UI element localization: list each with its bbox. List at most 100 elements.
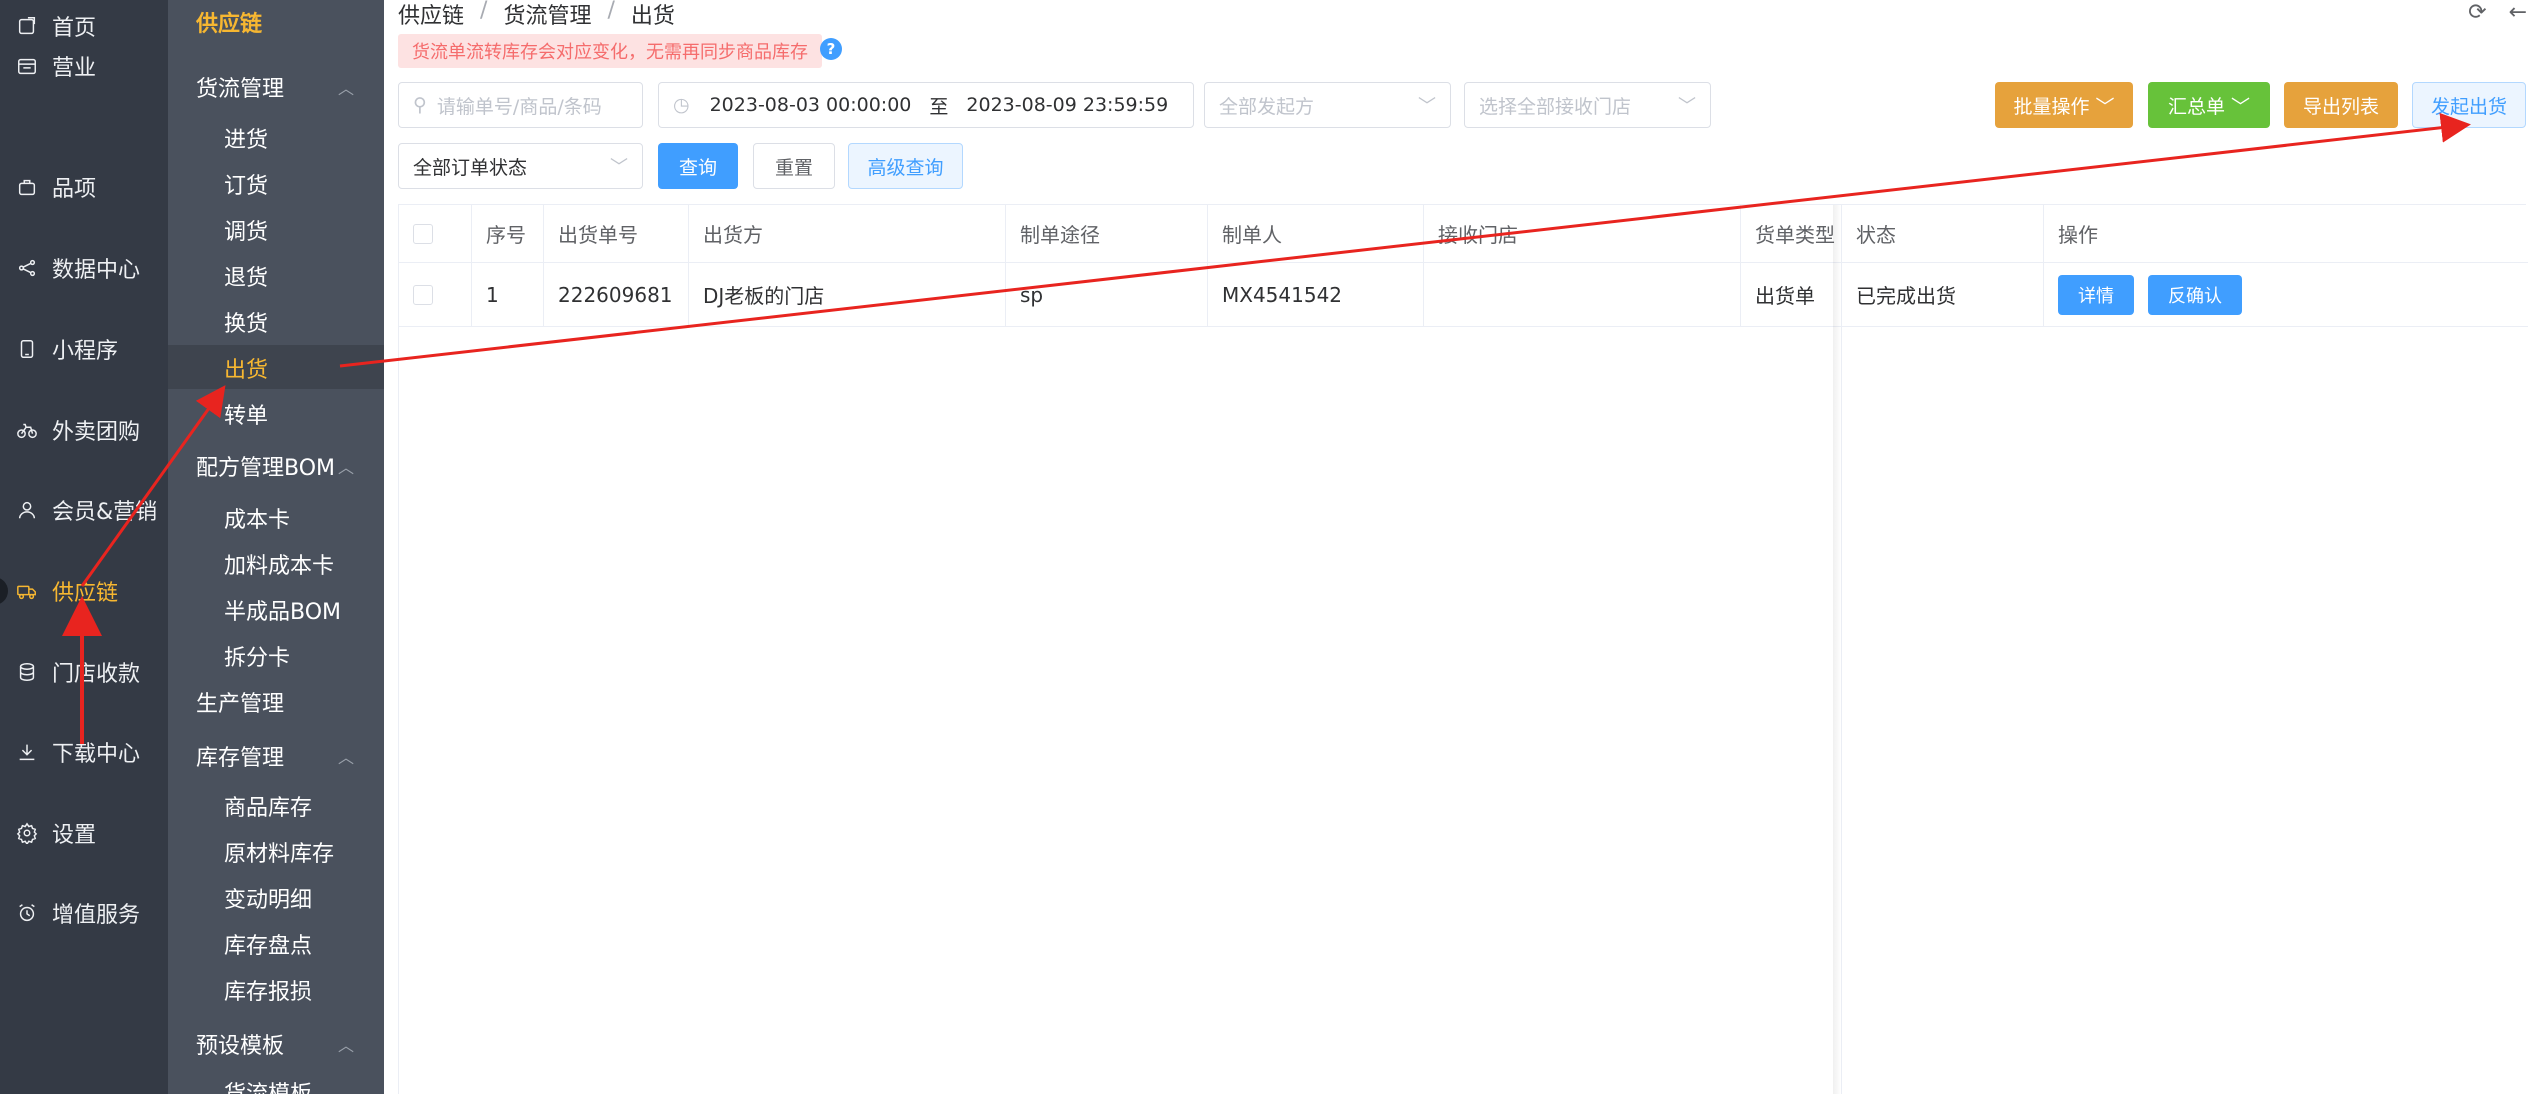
chevron-up-icon: ︿ [337,1036,354,1055]
nav-item-label: 供应链 [52,581,119,606]
header-index: 序号 [472,205,544,263]
group-cargo-flow[interactable]: 货流管理 ︿ [196,71,376,103]
cell-order-no: 222609681 [544,263,689,327]
nav-item-business[interactable]: 营业 [0,44,168,88]
receiver-placeholder: 选择全部接收门店 [1479,95,1632,118]
clock-icon: ◷ [673,94,690,116]
nav-item-delivery[interactable]: 外卖团购 [0,408,168,452]
chevron-down-icon: ﹀ [2095,95,2115,118]
nav-item-data-center[interactable]: 数据中心 [0,246,168,290]
subnav-item-order[interactable]: 订货 [224,168,268,200]
subnav-item-cargo-template[interactable]: 货流模板 [224,1076,312,1094]
button-label: 批量操作 [2013,95,2090,118]
nav-item-label: 品项 [52,177,97,202]
cell-index: 1 [472,263,544,327]
subnav-item-shipment[interactable]: 出货 [224,352,268,384]
header-actions: 操作 [2044,205,2528,263]
refresh-icon[interactable]: ⟳ [2468,0,2486,25]
reset-button[interactable]: 重置 [753,143,835,189]
detail-button[interactable]: 详情 [2058,274,2134,315]
breadcrumb: 供应链 / 货流管理 / 出货 [398,0,675,30]
subnav-item-loss-report[interactable]: 库存报损 [224,974,312,1006]
breadcrumb-separator: / [480,0,488,23]
search-input[interactable]: ⚲ 请输单号/商品/条码 [398,82,643,128]
nav-item-label: 设置 [52,823,97,848]
back-arrow-icon[interactable]: ← [2509,0,2527,25]
nav-item-home[interactable]: 首页 [0,4,168,48]
row-select[interactable] [399,263,472,327]
subnav-item-reassign[interactable]: 转单 [224,398,268,430]
nav-item-value-added[interactable]: 增值服务 [0,891,168,935]
header-sender: 出货方 [689,205,1006,263]
subnav-item-addon-cost-card[interactable]: 加料成本卡 [224,548,334,580]
fixed-column-shadow [1833,205,1841,1094]
date-end: 2023-08-09 23:59:59 [966,94,1169,116]
breadcrumb-item[interactable]: 供应链 [398,0,464,30]
batch-operation-button[interactable]: 批量操作 ﹀ [1995,82,2133,128]
nav-item-download[interactable]: 下载中心 [0,730,168,774]
download-icon [14,739,40,765]
bag-icon [14,174,40,200]
export-list-button[interactable]: 导出列表 [2284,82,2398,128]
top-toolbar: ⟳ ← [2468,0,2527,25]
subnav-item-product-stock[interactable]: 商品库存 [224,790,312,822]
group-label: 库存管理 [196,746,285,771]
group-bom[interactable]: 配方管理BOM ︿ [196,450,376,482]
subnav-item-semi-bom[interactable]: 半成品BOM [224,594,341,626]
header-select-all[interactable] [399,205,472,263]
subnav-item-transfer[interactable]: 调货 [224,214,268,246]
receiver-select[interactable]: 选择全部接收门店 ﹀ [1464,82,1711,128]
subnav-item-material-stock[interactable]: 原材料库存 [224,836,334,868]
subnav-item-stocktake[interactable]: 库存盘点 [224,928,312,960]
nav-item-miniapp[interactable]: 小程序 [0,327,168,371]
button-label: 汇总单 [2167,95,2225,118]
header-creator: 制单人 [1208,205,1424,263]
advanced-query-button[interactable]: 高级查询 [848,143,963,189]
subnav-item-exchange[interactable]: 换货 [224,306,268,338]
shipment-table: 序号 出货单号 出货方 制单途径 制单人 接收门店 货单类型 1 2226096… [398,204,2528,1094]
breadcrumb-item[interactable]: 货流管理 [503,0,591,30]
subnav-item-return[interactable]: 退货 [224,260,268,292]
chevron-up-icon: ︿ [337,79,354,98]
primary-nav: 首页 营业 品项 数据中心 小程序 外卖团购 会员&营销 供应链 门店收款 下载… [0,0,168,1094]
info-tip: 货流单流转库存会对应变化，无需再同步商品库存 [398,34,822,68]
nav-item-label: 增值服务 [52,903,141,928]
date-start: 2023-08-03 00:00:00 [709,94,912,116]
cell-status: 已完成出货 [1842,263,2044,327]
group-production[interactable]: 生产管理 [196,686,376,718]
subnav-active-highlight [168,345,384,389]
subnav-title: 供应链 [196,12,263,37]
share-icon [14,255,40,281]
order-status-value: 全部订单状态 [413,156,528,179]
nav-item-label: 外卖团购 [52,420,141,445]
checkbox[interactable] [413,223,433,244]
nav-item-label: 小程序 [52,339,119,364]
nav-item-label: 下载中心 [52,742,141,767]
phone-icon [14,336,40,362]
group-inventory[interactable]: 库存管理 ︿ [196,740,376,772]
chevron-up-icon: ︿ [337,748,354,767]
group-templates[interactable]: 预设模板 ︿ [196,1028,376,1060]
unconfirm-button[interactable]: 反确认 [2148,274,2242,315]
nav-item-member[interactable]: 会员&营销 [0,488,168,532]
subnav-item-purchase[interactable]: 进货 [224,122,268,154]
query-button[interactable]: 查询 [658,143,738,189]
subnav-item-change-log[interactable]: 变动明细 [224,882,312,914]
create-shipment-button[interactable]: 发起出货 [2412,82,2526,128]
date-range-picker[interactable]: ◷ 2023-08-03 00:00:00 至 2023-08-09 23:59… [658,82,1194,128]
search-placeholder: 请输单号/商品/条码 [436,95,602,118]
cell-creator: MX4541542 [1208,263,1424,327]
nav-item-payment[interactable]: 门店收款 [0,650,168,694]
sender-select[interactable]: 全部发起方 ﹀ [1204,82,1451,128]
subnav-item-split-card[interactable]: 拆分卡 [224,640,290,672]
order-status-select[interactable]: 全部订单状态 ﹀ [398,143,643,189]
summary-button[interactable]: 汇总单 ﹀ [2148,82,2270,128]
header-order-no: 出货单号 [544,205,689,263]
checkbox[interactable] [413,284,433,305]
nav-item-products[interactable]: 品项 [0,165,168,209]
help-icon[interactable]: ? [820,38,842,60]
subnav-item-cost-card[interactable]: 成本卡 [224,502,290,534]
sender-placeholder: 全部发起方 [1219,95,1315,118]
nav-item-settings[interactable]: 设置 [0,811,168,855]
nav-item-supply-chain[interactable]: 供应链 [0,569,168,613]
